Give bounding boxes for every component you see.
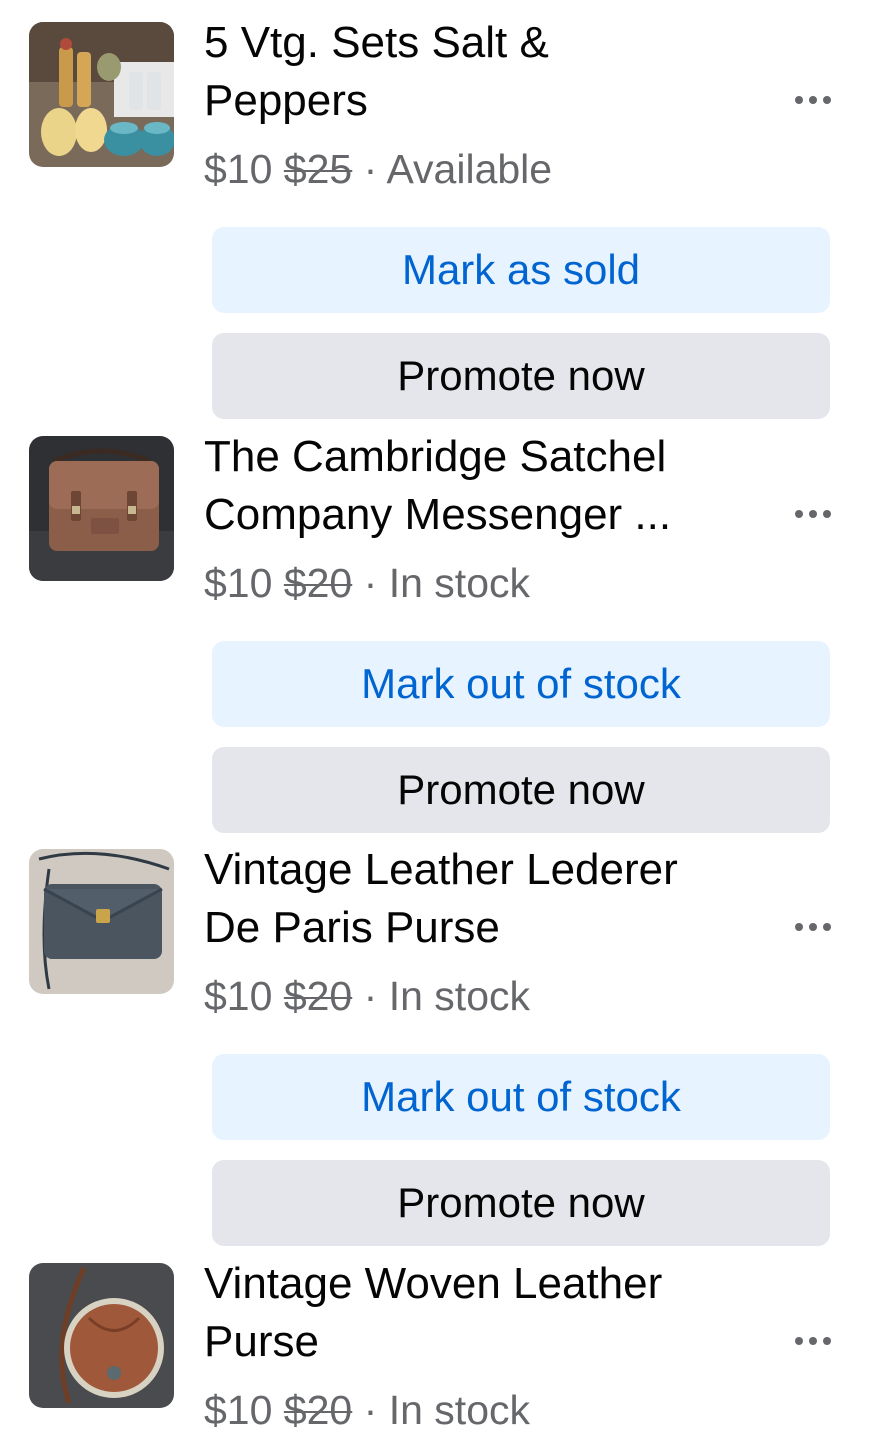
mark-as-sold-button[interactable]: Mark as sold (212, 227, 830, 313)
price-separator: · (363, 1387, 378, 1433)
lederer-purse-image (29, 849, 174, 994)
listing-title-line1: The Cambridge Satchel (204, 432, 667, 481)
listing-original-price: $20 (283, 560, 353, 606)
listing-title[interactable]: 5 Vtg. Sets Salt & Peppers (204, 14, 764, 130)
more-dot (809, 510, 817, 518)
more-dot (823, 923, 831, 931)
listing-price-row: $10 $25 · Available (204, 143, 552, 195)
listing-title[interactable]: Vintage Woven Leather Purse (204, 1255, 764, 1371)
listing-price-row: $10 $20 · In stock (204, 557, 530, 609)
listing-original-price: $25 (283, 146, 353, 192)
listing-price: $10 (204, 973, 273, 1019)
listing-price-row: $10 $20 · In stock (204, 970, 530, 1022)
listing-status: Available (386, 146, 553, 192)
more-dot (823, 96, 831, 104)
listing-thumbnail-salt-pepper[interactable] (29, 22, 174, 167)
mark-out-of-stock-button[interactable]: Mark out of stock (212, 1054, 830, 1140)
listing-status: In stock (388, 560, 530, 606)
salt-pepper-image (29, 22, 174, 167)
listing-title-line1: 5 Vtg. Sets Salt & (204, 18, 549, 67)
listing-title-line1: Vintage Leather Lederer (204, 845, 678, 894)
listing-price: $10 (204, 146, 273, 192)
promote-now-button[interactable]: Promote now (212, 1160, 830, 1246)
more-options-icon[interactable] (788, 1321, 838, 1361)
more-options-icon[interactable] (788, 907, 838, 947)
more-options-icon[interactable] (788, 494, 838, 534)
more-dot (795, 510, 803, 518)
listing-thumbnail-satchel[interactable] (29, 436, 174, 581)
listing-original-price: $20 (283, 973, 353, 1019)
more-dot (795, 96, 803, 104)
listing-status: In stock (388, 973, 530, 1019)
listing-price-row: $10 $20 · In stock (204, 1384, 530, 1436)
promote-now-button[interactable]: Promote now (212, 747, 830, 833)
listing-title-line2: De Paris Purse (204, 903, 500, 952)
more-dot (795, 1337, 803, 1345)
mark-out-of-stock-button[interactable]: Mark out of stock (212, 641, 830, 727)
listing-title-line1: Vintage Woven Leather (204, 1259, 663, 1308)
more-options-icon[interactable] (788, 80, 838, 120)
listing-status: In stock (388, 1387, 530, 1433)
listing-price: $10 (204, 1387, 273, 1433)
more-dot (809, 96, 817, 104)
listing-title-line2: Purse (204, 1317, 319, 1366)
listing-title-line2: Company Messenger ... (204, 490, 672, 539)
more-dot (823, 1337, 831, 1345)
more-dot (809, 923, 817, 931)
more-dot (795, 923, 803, 931)
more-dot (823, 510, 831, 518)
listing-thumbnail-woven-purse[interactable] (29, 1263, 174, 1408)
listing-original-price: $20 (283, 1387, 353, 1433)
more-dot (809, 1337, 817, 1345)
promote-now-button[interactable]: Promote now (212, 333, 830, 419)
satchel-image (29, 436, 174, 581)
listing-price: $10 (204, 560, 273, 606)
listing-title[interactable]: The Cambridge Satchel Company Messenger … (204, 428, 764, 544)
listing-title[interactable]: Vintage Leather Lederer De Paris Purse (204, 841, 764, 957)
price-separator: · (363, 560, 378, 606)
price-separator: · (363, 146, 378, 192)
listing-thumbnail-lederer-purse[interactable] (29, 849, 174, 994)
price-separator: · (363, 973, 378, 1019)
woven-purse-image (29, 1263, 174, 1408)
listing-title-line2: Peppers (204, 76, 368, 125)
